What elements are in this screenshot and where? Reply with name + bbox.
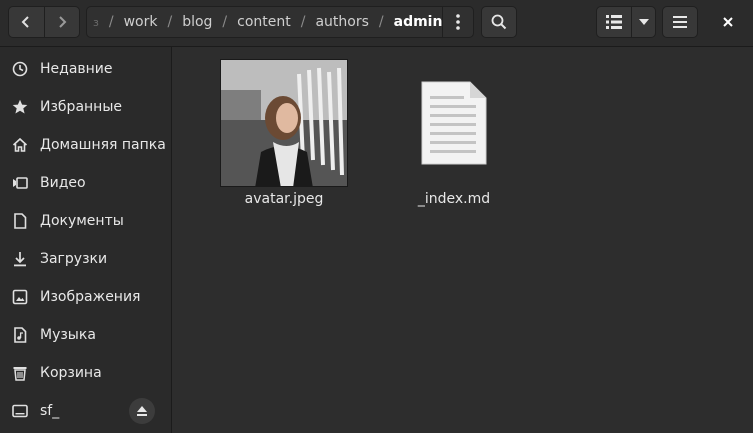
file-item-avatar[interactable]: avatar.jpeg	[214, 59, 354, 207]
view-options-dropdown[interactable]	[632, 7, 655, 37]
photo-icon	[221, 60, 347, 186]
home-icon	[0, 137, 40, 153]
sidebar-item-label: sf_	[40, 403, 60, 419]
sidebar-item-trash[interactable]: Корзина	[0, 354, 171, 392]
download-icon	[0, 251, 40, 267]
eject-icon	[137, 406, 147, 416]
eject-button[interactable]	[129, 398, 155, 424]
path-separator: /	[300, 14, 306, 30]
sidebar-item-label: Недавние	[40, 61, 113, 77]
document-icon	[0, 213, 40, 229]
sidebar-item-starred[interactable]: Избранные	[0, 88, 171, 126]
path-bar: з / work / blog / content / authors / ad…	[86, 6, 474, 38]
file-item-index[interactable]: _index.md	[384, 59, 524, 207]
hamburger-menu-icon	[673, 16, 687, 28]
list-view-button[interactable]	[597, 7, 632, 37]
main-menu-button[interactable]	[662, 6, 698, 38]
path-separator: /	[167, 14, 173, 30]
text-file-icon	[390, 59, 518, 187]
search-button[interactable]	[481, 6, 517, 38]
image-thumbnail	[220, 59, 348, 187]
sidebar-item-label: Музыка	[40, 327, 96, 343]
sidebar-item-label: Видео	[40, 175, 86, 191]
crumb-work[interactable]: work	[124, 14, 158, 30]
close-icon	[723, 17, 733, 27]
sidebar-item-drive[interactable]: sf_	[0, 392, 171, 430]
video-icon	[0, 176, 40, 190]
sidebar-item-label: Домашняя папка	[40, 137, 166, 153]
sidebar-item-label: Избранные	[40, 99, 122, 115]
sidebar-item-pictures[interactable]: Изображения	[0, 278, 171, 316]
crumb-authors[interactable]: authors	[315, 14, 368, 30]
forward-button[interactable]	[43, 7, 80, 37]
chevron-right-icon	[59, 16, 67, 28]
navigation-buttons	[8, 6, 80, 38]
path-separator: /	[378, 14, 384, 30]
star-icon	[0, 99, 40, 115]
path-menu-button[interactable]	[442, 7, 473, 37]
close-window-button[interactable]	[712, 6, 744, 38]
sidebar-item-label: Корзина	[40, 365, 102, 381]
sidebar: Недавние Избранные Домашняя папка Видео …	[0, 47, 172, 433]
trash-icon	[0, 365, 40, 381]
sidebar-item-label: Документы	[40, 213, 124, 229]
list-view-icon	[606, 15, 622, 29]
file-view: avatar.jpeg _index.md	[172, 47, 753, 433]
search-icon	[491, 14, 507, 30]
image-icon	[0, 289, 40, 305]
sidebar-item-music[interactable]: Музыка	[0, 316, 171, 354]
crumb-content[interactable]: content	[237, 14, 291, 30]
file-name: avatar.jpeg	[244, 191, 324, 207]
path-separator: /	[222, 14, 228, 30]
chevron-down-icon	[638, 19, 649, 25]
header-bar: з / work / blog / content / authors / ad…	[0, 0, 753, 47]
sidebar-item-label: Изображения	[40, 289, 141, 305]
path-fragment[interactable]: з	[93, 16, 99, 29]
sidebar-item-videos[interactable]: Видео	[0, 164, 171, 202]
crumb-admin[interactable]: admin	[394, 14, 443, 30]
sidebar-item-documents[interactable]: Документы	[0, 202, 171, 240]
chevron-left-icon	[21, 16, 29, 28]
crumb-blog[interactable]: blog	[182, 14, 212, 30]
drive-icon	[0, 404, 40, 418]
view-toggle-group	[596, 6, 656, 38]
back-button[interactable]	[9, 7, 44, 37]
path-separator: /	[108, 14, 114, 30]
sidebar-item-recent[interactable]: Недавние	[0, 50, 171, 88]
sidebar-item-home[interactable]: Домашняя папка	[0, 126, 171, 164]
music-icon	[0, 327, 40, 343]
file-name: _index.md	[417, 191, 491, 207]
more-vertical-icon	[456, 14, 461, 30]
clock-icon	[0, 61, 40, 77]
sidebar-item-downloads[interactable]: Загрузки	[0, 240, 171, 278]
sidebar-item-label: Загрузки	[40, 251, 108, 267]
